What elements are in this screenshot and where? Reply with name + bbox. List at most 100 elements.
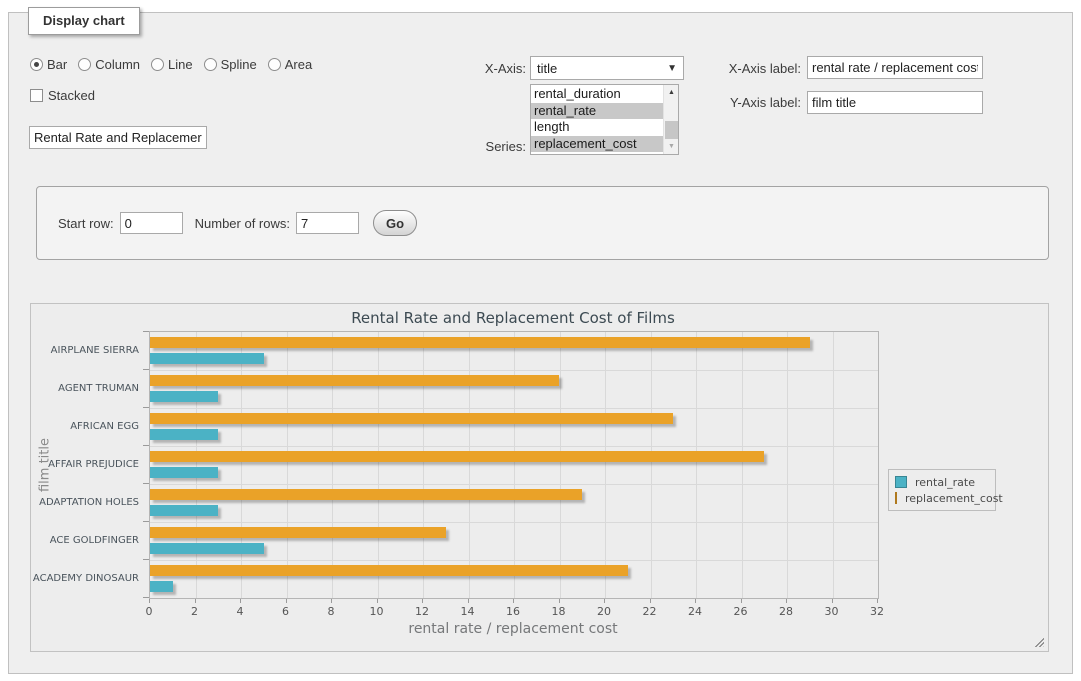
x-axis-label-input[interactable]	[807, 56, 983, 79]
x-tick-mark	[832, 599, 833, 603]
legend-item: replacement_cost	[895, 490, 989, 506]
grid-line	[196, 332, 197, 598]
x-tick-label: 18	[542, 605, 576, 618]
x-tick-mark	[286, 599, 287, 603]
chart-container: Rental Rate and Replacement Cost of Film…	[30, 303, 1049, 652]
stacked-checkbox[interactable]	[30, 89, 43, 102]
x-tick-mark	[695, 599, 696, 603]
grid-line	[150, 370, 878, 371]
chart-title: Rental Rate and Replacement Cost of Film…	[149, 309, 877, 327]
go-button[interactable]: Go	[373, 210, 417, 236]
bar-rental_rate	[150, 467, 218, 478]
bar-replacement_cost	[150, 413, 673, 424]
x-tick-label: 0	[132, 605, 166, 618]
grid-line	[332, 332, 333, 598]
y-tick-mark	[143, 483, 149, 484]
category-label: AFFAIR PREJUDICE	[31, 445, 139, 483]
chart-title-input[interactable]	[29, 126, 207, 149]
x-tick-mark	[513, 599, 514, 603]
series-option[interactable]: length	[531, 119, 663, 136]
x-axis-selected-value: title	[537, 61, 667, 76]
grid-line	[150, 522, 878, 523]
page: Display chart BarColumnLineSplineArea St…	[0, 0, 1081, 681]
category-label: AIRPLANE SIERRA	[31, 331, 139, 369]
legend-swatch	[895, 492, 897, 504]
stacked-label: Stacked	[48, 88, 95, 103]
x-tick-mark	[331, 599, 332, 603]
scroll-up-icon[interactable]: ▲	[664, 85, 679, 100]
x-axis-select[interactable]: title ▼	[530, 56, 684, 80]
x-tick-mark	[422, 599, 423, 603]
grid-line	[287, 332, 288, 598]
grid-line	[787, 332, 788, 598]
y-tick-mark	[143, 521, 149, 522]
x-tick-mark	[650, 599, 651, 603]
x-tick-label: 2	[178, 605, 212, 618]
grid-line	[833, 332, 834, 598]
y-tick-mark	[143, 369, 149, 370]
grid-line	[560, 332, 561, 598]
chart-legend: rental_ratereplacement_cost	[888, 469, 996, 511]
y-tick-mark	[143, 331, 149, 332]
x-tick-mark	[877, 599, 878, 603]
bar-rental_rate	[150, 581, 173, 592]
series-option[interactable]: replacement_cost	[531, 136, 663, 153]
x-tick-label: 14	[451, 605, 485, 618]
radio-icon[interactable]	[78, 58, 91, 71]
legend-label: replacement_cost	[905, 492, 1003, 505]
radio-icon[interactable]	[30, 58, 43, 71]
resize-grip-icon[interactable]	[1033, 636, 1044, 647]
x-tick-mark	[240, 599, 241, 603]
chart-type-label: Bar	[47, 57, 67, 72]
grid-line	[742, 332, 743, 598]
y-tick-mark	[143, 597, 149, 598]
fieldset-legend: Display chart	[28, 7, 140, 35]
y-tick-mark	[143, 559, 149, 560]
grid-line	[241, 332, 242, 598]
series-option[interactable]: rental_duration	[531, 86, 663, 103]
scrollbar-thumb[interactable]	[665, 121, 678, 139]
chart-plot-area	[149, 331, 879, 599]
radio-icon[interactable]	[204, 58, 217, 71]
bar-replacement_cost	[150, 527, 446, 538]
start-row-label: Start row:	[58, 216, 114, 231]
stacked-row: Stacked	[30, 88, 95, 103]
x-tick-mark	[559, 599, 560, 603]
x-tick-label: 20	[587, 605, 621, 618]
x-tick-label: 32	[860, 605, 894, 618]
x-tick-mark	[786, 599, 787, 603]
chart-type-line: Line	[151, 57, 193, 72]
chart-type-label: Column	[95, 57, 140, 72]
x-tick-label: 6	[269, 605, 303, 618]
x-tick-mark	[195, 599, 196, 603]
bar-replacement_cost	[150, 489, 582, 500]
y-axis-label-label: Y-Axis label:	[690, 95, 801, 110]
chart-type-label: Spline	[221, 57, 257, 72]
x-tick-mark	[604, 599, 605, 603]
chevron-down-icon: ▼	[667, 63, 677, 74]
bar-replacement_cost	[150, 451, 764, 462]
bar-rental_rate	[150, 391, 218, 402]
bar-replacement_cost	[150, 375, 559, 386]
bar-rental_rate	[150, 353, 264, 364]
series-listbox[interactable]: rental_durationrental_ratelengthreplacem…	[530, 84, 679, 155]
x-axis-label-label: X-Axis label:	[690, 61, 801, 76]
radio-icon[interactable]	[268, 58, 281, 71]
series-option[interactable]: rental_rate	[531, 103, 663, 120]
series-scrollbar[interactable]: ▲ ▼	[663, 85, 678, 154]
num-rows-input[interactable]	[296, 212, 359, 234]
bar-rental_rate	[150, 429, 218, 440]
x-tick-mark	[468, 599, 469, 603]
chart-x-axis-title: rental rate / replacement cost	[149, 621, 877, 637]
bar-rental_rate	[150, 543, 264, 554]
bar-replacement_cost	[150, 565, 628, 576]
x-tick-mark	[149, 599, 150, 603]
x-tick-label: 8	[314, 605, 348, 618]
scroll-down-icon[interactable]: ▼	[664, 139, 679, 154]
y-axis-label-input[interactable]	[807, 91, 983, 114]
start-row-input[interactable]	[120, 212, 183, 234]
radio-icon[interactable]	[151, 58, 164, 71]
grid-line	[469, 332, 470, 598]
x-tick-label: 4	[223, 605, 257, 618]
series-options: rental_durationrental_ratelengthreplacem…	[531, 85, 663, 154]
